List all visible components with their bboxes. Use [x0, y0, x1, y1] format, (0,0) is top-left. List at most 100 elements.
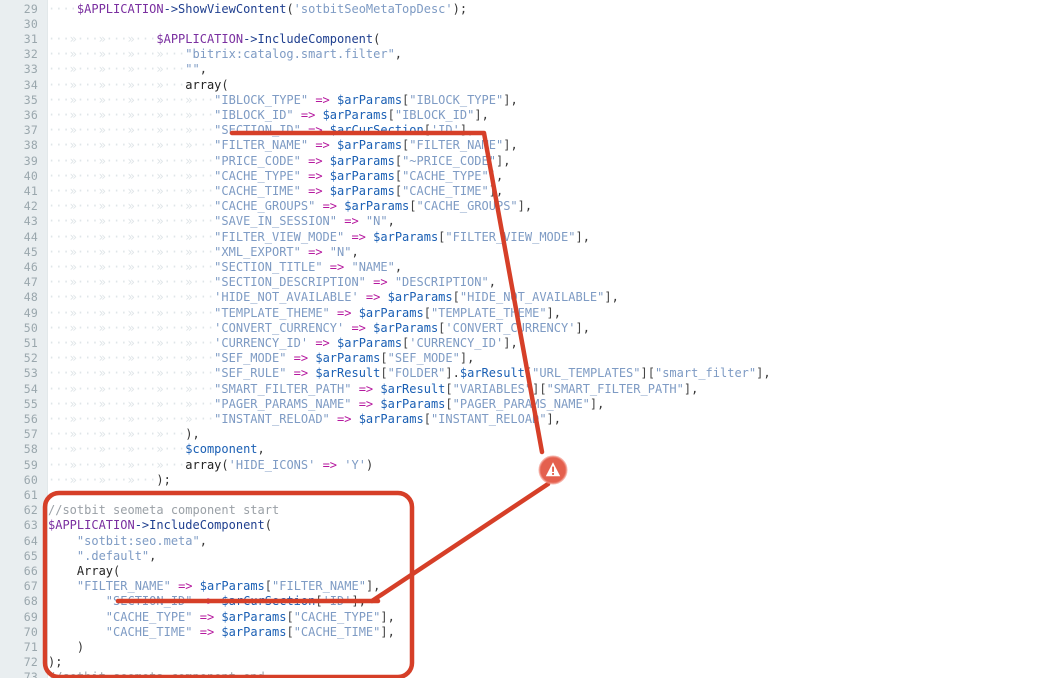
line-number-gutter: 29 30 31 32 33 34 35 36 37 38 39 40 41 42 43 44 45 46 47 48…	[0, 0, 48, 678]
code-line[interactable]: //sotbit seometa component end	[48, 670, 265, 678]
code-line[interactable]: ···»···»···»···$APPLICATION->IncludeComp…	[48, 32, 380, 47]
code-line[interactable]: ···»···»···»···»···»···"SAVE_IN_SESSION"…	[48, 214, 395, 229]
code-line[interactable]: ···»···»···»···»···»···"XML_EXPORT" => "…	[48, 245, 359, 260]
token-str: 'sotbitSeoMetaTopDesc'	[293, 1, 453, 16]
code-line[interactable]: ···»···»···»···»···»···"SECTION_ID" => $…	[48, 123, 474, 138]
line-number: 64	[23, 533, 38, 548]
code-line[interactable]: "FILTER_NAME" => $arParams["FILTER_NAME"…	[48, 579, 381, 594]
code-line[interactable]: ···»···»···»···»···»···"CACHE_GROUPS" =>…	[48, 199, 532, 214]
line-number: 48	[23, 290, 38, 305]
code-line[interactable]: ···»···»···»···»···»···"PRICE_CODE" => $…	[48, 154, 510, 169]
token-op: =>	[315, 92, 330, 107]
code-line[interactable]: $APPLICATION->IncludeComponent(	[48, 518, 272, 533]
code-line[interactable]: ···»···»···»···»···"",	[48, 62, 207, 77]
code-line[interactable]: Array(	[48, 564, 120, 579]
line-number: 67	[23, 579, 38, 594]
token-str: "PAGER_PARAMS_NAME"	[452, 396, 590, 411]
token-op: =>	[199, 624, 215, 639]
token-str: 'CURRENCY_ID'	[409, 335, 504, 350]
code-line[interactable]: ···»···»···»···»···"bitrix:catalog.smart…	[48, 47, 402, 62]
token-ws: ···»···»···»···»···»···	[48, 396, 215, 411]
code-line[interactable]: ···»···»···»···);	[48, 473, 171, 488]
code-line[interactable]: ···»···»···»···»···»···'CURRENCY_ID' => …	[48, 336, 518, 351]
token-punct: ,	[387, 214, 395, 229]
token-punct: ,	[496, 183, 504, 198]
code-line[interactable]: "CACHE_TYPE" => $arParams["CACHE_TYPE"],	[48, 610, 395, 625]
code-line[interactable]: ···»···»···»···»···»···"CACHE_TYPE" => $…	[48, 169, 503, 184]
code-line[interactable]: ···»···»···»···»···»···'CONVERT_CURRENCY…	[48, 321, 590, 336]
token-ws: ···»···»···»···»···»···	[48, 153, 215, 168]
token-var2: $arParams	[329, 168, 395, 183]
code-line[interactable]: ···»···»···»···»···»···"IBLOCK_ID" => $a…	[48, 108, 489, 123]
line-number: 33	[23, 62, 38, 77]
code-line[interactable]: ···»···»···»···»···»···"SECTION_TITLE" =…	[48, 260, 402, 275]
token-punct: ,	[611, 290, 619, 305]
code-line[interactable]: ···»···»···»···»···»···"CACHE_TIME" => $…	[48, 184, 503, 199]
token-kw: array	[185, 457, 222, 472]
token-str: "INSTANT_RELOAD"	[214, 411, 330, 426]
token-str: "FILTER_VIEW_MODE"	[214, 229, 345, 244]
code-line[interactable]: ···»···»···»···»···array(	[48, 78, 229, 93]
code-text-area[interactable]: ····$APPLICATION->ShowViewContent('sotbi…	[48, 0, 1037, 678]
code-line[interactable]: "CACHE_TIME" => $arParams["CACHE_TIME"],	[48, 625, 395, 640]
token-punct: ,	[481, 107, 489, 122]
token-var2: $arParams	[221, 624, 287, 639]
code-line[interactable]: ···»···»···»···»···»···"SEF_MODE" => $ar…	[48, 351, 474, 366]
token-var2: $arParams	[337, 138, 403, 153]
line-number: 59	[23, 457, 38, 472]
code-line[interactable]: ···»···»···»···»···»···"INSTANT_RELOAD" …	[48, 412, 561, 427]
token-op: =>	[315, 138, 330, 153]
code-line[interactable]: ···»···»···»···»···»···"TEMPLATE_THEME" …	[48, 306, 561, 321]
token-bracket: ]	[459, 123, 468, 138]
code-line[interactable]: ···»···»···»···»···»···"SECTION_DESCRIPT…	[48, 275, 496, 290]
code-line[interactable]: "sotbit:seo.meta",	[48, 534, 207, 549]
code-line[interactable]: );	[48, 655, 62, 670]
code-line[interactable]: ···»···»···»···»···»···"FILTER_VIEW_MODE…	[48, 230, 590, 245]
token-bracket: ]	[351, 594, 359, 609]
token-ws: ···»···»···»···»···»···	[48, 138, 215, 153]
token-punct: ,	[467, 123, 475, 138]
line-number: 41	[23, 183, 38, 198]
code-line[interactable]: ···»···»···»···»···»···"SMART_FILTER_PAT…	[48, 382, 698, 397]
code-line[interactable]: ···»···»···»···»···),	[48, 427, 200, 442]
token-punct: )	[76, 639, 85, 654]
token-str: "CACHE_TIME"	[214, 183, 301, 198]
code-line[interactable]: "SECTION_ID" => $arCurSection['ID'],	[48, 594, 366, 609]
token-ws: ···»···»···»···»···»···	[48, 320, 215, 335]
line-number: 40	[23, 168, 38, 183]
code-line[interactable]: ···»···»···»···»···array('HIDE_ICONS' =>…	[48, 458, 373, 473]
code-line[interactable]: ···»···»···»···»···»··· "PAGER_PARAMS_NAM…	[48, 397, 604, 412]
token-str: "TEMPLATE_THEME"	[214, 305, 330, 320]
token-ws: ···»···»···»···»···	[48, 62, 186, 77]
token-str: "FILTER_NAME"	[214, 138, 309, 153]
token-punct: ,	[553, 305, 562, 320]
token-punct: ,	[488, 275, 496, 290]
token-ws: ···»···»···»···»···	[48, 47, 186, 62]
token-punct: ,	[597, 396, 605, 411]
code-line[interactable]: //sotbit seometa component start	[48, 503, 279, 518]
token-str: "IBLOCK_ID"	[214, 107, 294, 122]
code-line[interactable]: )	[48, 640, 84, 655]
token-ws: ···»···»···»···»···»···	[48, 351, 215, 366]
token-op: =>	[344, 214, 359, 229]
line-number: 66	[23, 563, 38, 578]
code-line[interactable]: ····$APPLICATION->ShowViewContent('sotbi…	[48, 2, 467, 17]
token-op: =>	[337, 411, 352, 426]
code-line[interactable]: ···»···»···»···»···»···'HIDE_NOT_AVAILAB…	[48, 290, 619, 305]
code-line[interactable]: ···»···»···»···»···$component,	[48, 442, 265, 457]
token-bracket: [	[315, 594, 323, 609]
token-punct: ,	[149, 548, 157, 563]
token-bracket: [	[286, 609, 294, 624]
token-bracket: [	[423, 123, 431, 138]
code-line[interactable]: ".default",	[48, 549, 156, 564]
code-line[interactable]: ···»···»···»···»···»···"IBLOCK_TYPE" => …	[48, 93, 518, 108]
code-line[interactable]: ···»···»···»···»···»···"FILTER_NAME" => …	[48, 138, 518, 153]
code-line[interactable]: ···»···»···»···»···»···"SEF_RULE" => $ar…	[48, 366, 771, 381]
